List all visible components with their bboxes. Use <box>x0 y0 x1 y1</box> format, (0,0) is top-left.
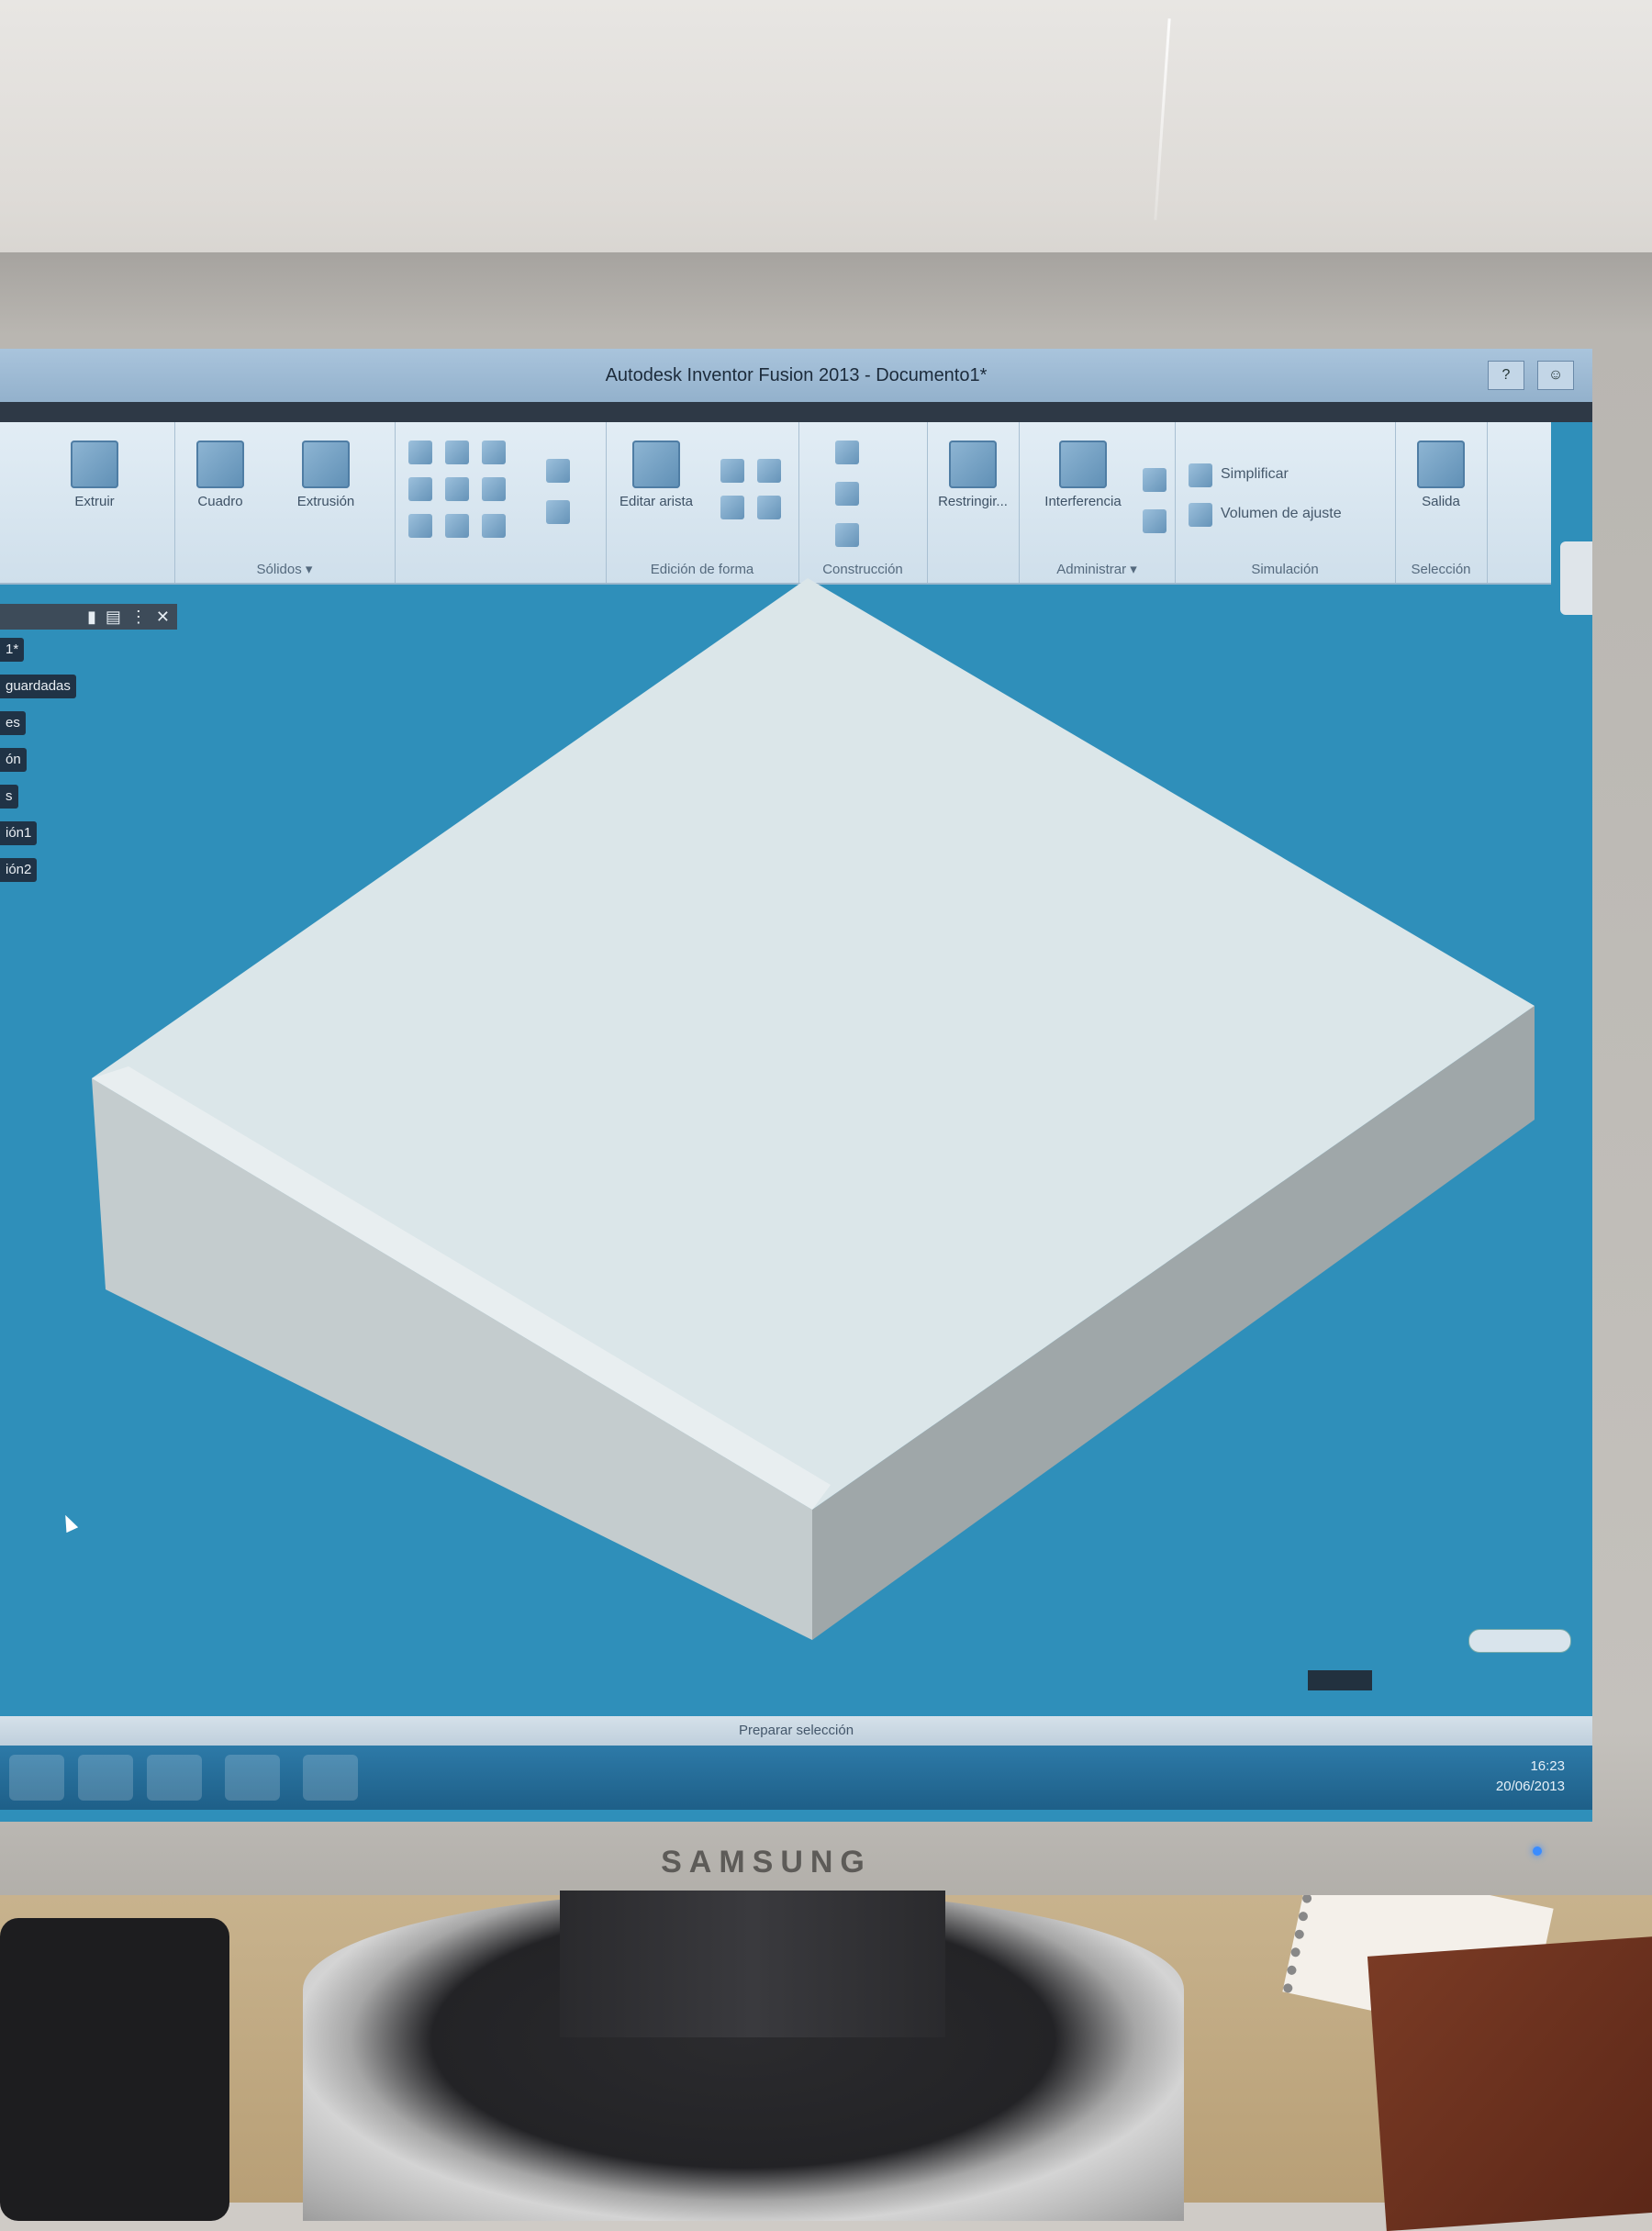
navigation-pill[interactable] <box>1468 1629 1571 1653</box>
coordinate-box <box>1308 1670 1372 1690</box>
firefox-taskbar-icon[interactable] <box>147 1755 202 1801</box>
power-led <box>1533 1846 1542 1856</box>
desk-box <box>1367 1935 1652 2231</box>
monitor-brand-logo: SAMSUNG <box>661 1845 872 1880</box>
chrome-taskbar-icon[interactable] <box>9 1755 64 1801</box>
cad-model-box[interactable] <box>0 349 1592 1822</box>
system-tray[interactable]: 16:23 20/06/2013 <box>1496 1757 1565 1797</box>
desk-speaker <box>0 1918 229 2221</box>
status-bar: Preparar selección <box>0 1716 1592 1746</box>
tray-date: 20/06/2013 <box>1495 1779 1565 1794</box>
explorer-taskbar-icon[interactable] <box>78 1755 133 1801</box>
tray-time: 16:23 <box>1530 1758 1565 1774</box>
monitor-screen: Autodesk Inventor Fusion 2013 - Document… <box>0 349 1592 1822</box>
media-taskbar-icon[interactable] <box>303 1755 358 1801</box>
taskbar: 16:23 20/06/2013 <box>0 1746 1592 1810</box>
monitor-stand-neck <box>560 1891 945 2037</box>
app-taskbar-icon[interactable] <box>225 1755 280 1801</box>
